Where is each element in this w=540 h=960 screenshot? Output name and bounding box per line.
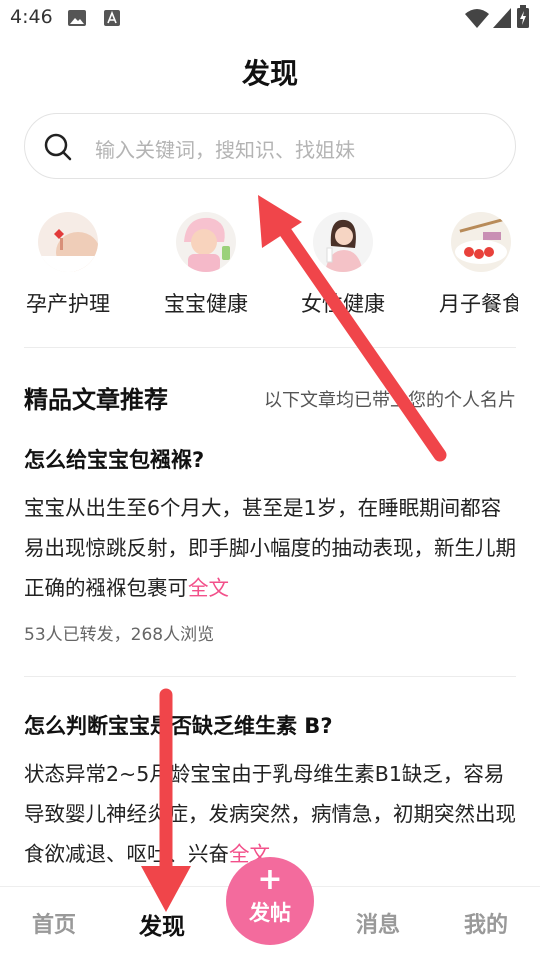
page-title: 发现 [241, 57, 298, 90]
woman-avatar [313, 212, 373, 272]
article-title: 怎么给宝宝包襁褓? [24, 448, 205, 472]
baby-avatar [176, 212, 236, 272]
search-placeholder: 输入关键词，搜知识、找姐妹 [95, 138, 355, 162]
post-button[interactable]: + 发帖 [226, 857, 314, 945]
section-note: 以下文章均已带上您的个人名片 [264, 390, 516, 411]
divider [24, 676, 516, 677]
gallery-icon [68, 10, 86, 26]
wifi-icon [465, 9, 489, 28]
article-excerpt-text: 状态异常2~5月龄宝宝由于乳母维生素B1缺乏，容易导致婴儿神经炎症，发病突然，病… [24, 762, 516, 866]
article-card[interactable]: 怎么给宝宝包襁褓? 宝宝从出生至6个月大，甚至是1岁，在睡眠期间都容易出现惊跳反… [24, 444, 516, 645]
post-button-label: 发帖 [249, 901, 291, 925]
tab-mine[interactable]: 我的 [446, 907, 526, 939]
article-card[interactable]: 怎么判断宝宝是否缺乏维生素 B? 状态异常2~5月龄宝宝由于乳母维生素B1缺乏，… [24, 710, 516, 872]
category-label: 女性健康 [301, 292, 385, 316]
category-label: 孕产护理 [26, 292, 110, 316]
category-women-health[interactable]: 女性健康 [273, 212, 413, 322]
article-excerpt-text: 宝宝从出生至6个月大，甚至是1岁，在睡眠期间都容易出现惊跳反射，即手脚小幅度的抽… [24, 496, 516, 600]
category-pregnancy-care[interactable]: 孕产护理 [0, 212, 138, 322]
article-excerpt: 状态异常2~5月龄宝宝由于乳母维生素B1缺乏，容易导致婴儿神经炎症，发病突然，病… [24, 754, 516, 872]
category-confinement-meals[interactable]: 月子餐食 [411, 212, 518, 322]
category-baby-health[interactable]: 宝宝健康 [136, 212, 276, 322]
search-icon [44, 133, 72, 161]
article-excerpt: 宝宝从出生至6个月大，甚至是1岁，在睡眠期间都容易出现惊跳反射，即手脚小幅度的抽… [24, 488, 516, 606]
app-notification-icon [104, 10, 120, 26]
bottom-tab-bar: 首页 发现 + 发帖 消息 我的 [0, 857, 540, 960]
section-title: 精品文章推荐 [24, 386, 168, 414]
category-label: 宝宝健康 [164, 292, 248, 316]
pregnancy-avatar [38, 212, 98, 272]
battery-icon [517, 5, 529, 28]
tab-home[interactable]: 首页 [14, 907, 94, 939]
read-full-link[interactable]: 全文 [188, 576, 229, 600]
category-label: 月子餐食 [439, 292, 518, 316]
divider [24, 347, 516, 348]
tab-messages[interactable]: 消息 [338, 907, 418, 939]
article-stats: 53人已转发，268人浏览 [24, 625, 215, 645]
plus-icon: + [257, 862, 283, 897]
signal-icon [493, 8, 511, 28]
meal-avatar [451, 212, 511, 272]
status-time: 4:46 [10, 6, 53, 28]
tab-discover[interactable]: 发现 [122, 907, 202, 941]
article-title: 怎么判断宝宝是否缺乏维生素 B? [24, 714, 333, 738]
category-row: 孕产护理 宝宝健康 女性健康 月子餐食 [0, 212, 518, 322]
search-input[interactable]: 输入关键词，搜知识、找姐妹 [24, 113, 516, 179]
status-bar: 4:46 [0, 0, 540, 38]
